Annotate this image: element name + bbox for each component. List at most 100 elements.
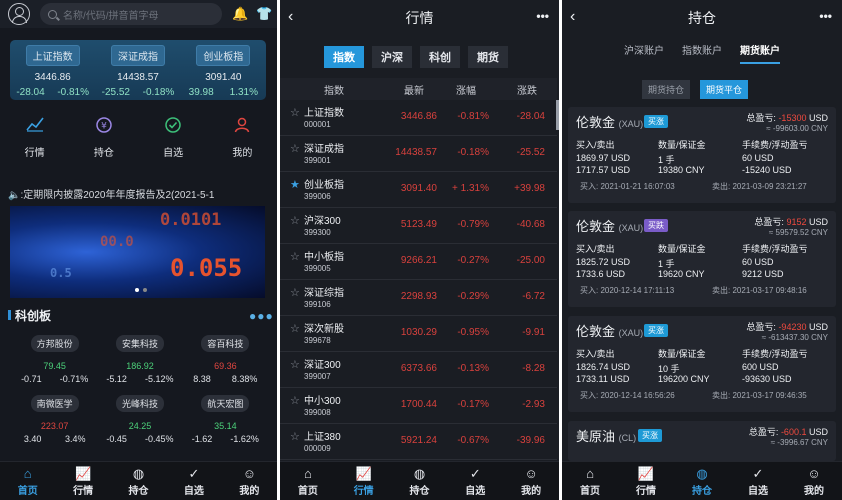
tab-home[interactable]: ⌂ 首页 — [0, 462, 55, 500]
tab-profile[interactable]: ☺ 我的 — [222, 462, 277, 500]
chart-icon: 📈 — [355, 466, 372, 481]
table-row[interactable]: ☆ 深证综指 399106 2298.93 -0.29% -6.72 — [280, 280, 557, 316]
search-input[interactable]: 名称/代码/拼音首字母 — [40, 3, 222, 25]
stock-card[interactable]: 容百科技 69.36 8.38 8.38% — [183, 334, 268, 384]
avatar-icon[interactable] — [8, 3, 30, 25]
back-icon[interactable]: ‹ — [570, 8, 575, 26]
star-icon[interactable]: ☆ — [290, 358, 300, 371]
position-card[interactable]: 伦敦金 (XAU) 买跌 总盈亏: 9152 USD ≈ 59579.52 CNY 买入… — [568, 211, 836, 307]
more-icon[interactable]: ••• — [536, 9, 549, 23]
svg-text:¥: ¥ — [101, 122, 107, 132]
table-row[interactable]: ☆ 上证指数 000001 3446.86 -0.81% -28.04 — [280, 100, 557, 136]
stock-card[interactable]: 方邦股份 79.45 -0.71 -0.71% — [12, 334, 97, 384]
table-row[interactable]: ☆ 深次新股 399678 1030.29 -0.95% -9.91 — [280, 316, 557, 352]
back-icon[interactable]: ‹ — [288, 8, 293, 26]
tab-quotes[interactable]: 📈 行情 — [55, 462, 110, 500]
index-card[interactable]: 上证指数 3446.86 -28.04 -0.81% — [10, 40, 95, 100]
search-icon — [48, 9, 57, 19]
tab-watchlist[interactable]: ✓ 自选 — [166, 462, 221, 500]
tab-hushen-account[interactable]: 沪深账户 — [624, 42, 664, 64]
quick-menu-quotes[interactable]: 行情 — [0, 108, 69, 172]
stock-card[interactable]: 航天宏图 35.14 -1.62 -1.62% — [183, 394, 268, 444]
star-icon[interactable]: ☆ — [290, 214, 300, 227]
more-icon[interactable]: ••• — [819, 9, 832, 23]
table-row[interactable]: ☆ 沪深300 399300 5123.49 -0.79% -40.68 — [280, 208, 557, 244]
row-chg: -40.68 — [516, 219, 545, 230]
stock-card[interactable]: 南微医学 223.07 3.40 3.4% — [12, 394, 97, 444]
seg-index[interactable]: 指数 — [324, 46, 364, 68]
index-card[interactable]: 深证成指 14438.57 -25.52 -0.18% — [95, 40, 180, 100]
tab-watchlist[interactable]: ✓ 自选 — [447, 462, 503, 500]
more-icon[interactable]: ●●● — [249, 309, 274, 323]
shirt-icon[interactable]: 👕 — [256, 6, 272, 22]
row-chg: -25.52 — [516, 147, 545, 158]
contract-name: 伦敦金 — [576, 324, 616, 339]
quick-menu-label: 自选 — [163, 148, 184, 159]
stock-card[interactable]: 光峰科技 24.25 -0.45 -0.45% — [97, 394, 182, 444]
tab-profile[interactable]: ☺ 我的 — [503, 462, 559, 500]
seg-futures[interactable]: 期货 — [468, 46, 508, 68]
tab-label: 首页 — [17, 486, 38, 497]
tab-holdings[interactable]: ◍ 持仓 — [392, 462, 448, 500]
tab-profile[interactable]: ☺ 我的 — [786, 462, 842, 500]
banner-text: 0.055 — [170, 254, 243, 282]
chart-icon — [0, 116, 69, 138]
mode-open-positions[interactable]: 期货持仓 — [642, 80, 691, 99]
scrollbar[interactable] — [556, 100, 559, 130]
quick-menu-watchlist[interactable]: 自选 — [139, 108, 208, 172]
table-row[interactable]: ☆ 中小300 399008 1700.44 -0.17% -2.93 — [280, 388, 557, 424]
tab-futures-account[interactable]: 期货账户 — [740, 42, 780, 64]
page-title: 行情 — [405, 10, 434, 26]
banner-text: 0.0101 — [160, 210, 222, 230]
total-pl-label: 总盈亏: — [746, 322, 776, 332]
buy-time-label: 买入: — [580, 286, 599, 295]
row-chg: -9.91 — [522, 327, 545, 338]
bell-icon[interactable]: 🔔 — [232, 6, 248, 22]
star-icon[interactable]: ☆ — [290, 394, 300, 407]
star-icon[interactable]: ☆ — [290, 250, 300, 263]
stock-percent: 8.38% — [231, 374, 258, 384]
sell-time-label: 卖出: — [712, 182, 731, 191]
table-row[interactable]: ☆ 深证300 399007 6373.66 -0.13% -8.28 — [280, 352, 557, 388]
star-icon[interactable]: ★ — [290, 178, 300, 191]
row-chg: -28.04 — [516, 111, 545, 122]
tab-home[interactable]: ⌂ 首页 — [280, 462, 336, 500]
banner-dot[interactable] — [143, 288, 147, 292]
table-row[interactable]: ☆ 上证380 000009 5921.24 -0.67% -39.96 — [280, 424, 557, 460]
table-row[interactable]: ☆ 深证成指 399001 14438.57 -0.18% -25.52 — [280, 136, 557, 172]
announcement-marquee[interactable]: 🔈:定期限内披露2020年年度报告及2(2021-5-1 — [8, 186, 268, 201]
row-last: 1700.44 — [400, 399, 437, 410]
star-icon[interactable]: ☆ — [290, 142, 300, 155]
table-row[interactable]: ☆ 中小板指 399005 9266.21 -0.27% -25.00 — [280, 244, 557, 280]
table-row[interactable]: ★ 创业板指 399006 3091.40 + 1.31% +39.98 — [280, 172, 557, 208]
stock-card[interactable]: 安集科技 186.92 -5.12 -5.12% — [97, 334, 182, 384]
banner-text: 00.0 — [100, 234, 134, 250]
banner-dot[interactable] — [135, 288, 139, 292]
seg-hushen[interactable]: 沪深 — [372, 46, 412, 68]
tab-home[interactable]: ⌂ 首页 — [562, 462, 618, 500]
position-card[interactable]: 美原油 (CL) 买涨 总盈亏: -600.1 USD ≈ -3996.67 CNY — [568, 421, 836, 461]
tab-quotes[interactable]: 📈 行情 — [618, 462, 674, 500]
seg-star[interactable]: 科创 — [420, 46, 460, 68]
quick-menu-holdings[interactable]: ¥ 持仓 — [69, 108, 138, 172]
position-card[interactable]: 伦敦金 (XAU) 买涨 总盈亏: -15300 USD ≈ -99603.00 CN… — [568, 107, 836, 203]
home-icon: ⌂ — [586, 466, 594, 481]
star-icon[interactable]: ☆ — [290, 430, 300, 443]
position-card[interactable]: 伦敦金 (XAU) 买涨 总盈亏: -94230 USD ≈ -613437.30 C… — [568, 316, 836, 412]
star-icon[interactable]: ☆ — [290, 106, 300, 119]
quick-menu-profile[interactable]: 我的 — [208, 108, 277, 172]
tab-watchlist[interactable]: ✓ 自选 — [730, 462, 786, 500]
tab-holdings[interactable]: ◍ 持仓 — [111, 462, 166, 500]
tab-index-account[interactable]: 指数账户 — [682, 42, 722, 64]
wallet-icon: ◍ — [132, 466, 145, 481]
index-card[interactable]: 创业板指 3091.40 39.98 1.31% — [181, 40, 266, 100]
promo-banner[interactable]: 0.0101 0.055 00.0 0.5 — [10, 206, 265, 298]
star-icon[interactable]: ☆ — [290, 322, 300, 335]
quotes-table-header: 指数 最新 涨幅 涨跌 — [280, 78, 557, 100]
star-icon[interactable]: ☆ — [290, 286, 300, 299]
buy-time: 2020-12-14 16:56:26 — [600, 391, 675, 400]
check-icon: ✓ — [469, 466, 481, 481]
tab-holdings[interactable]: ◍ 持仓 — [674, 462, 730, 500]
mode-closed-positions[interactable]: 期货平仓 — [700, 80, 749, 99]
tab-quotes[interactable]: 📈 行情 — [336, 462, 392, 500]
